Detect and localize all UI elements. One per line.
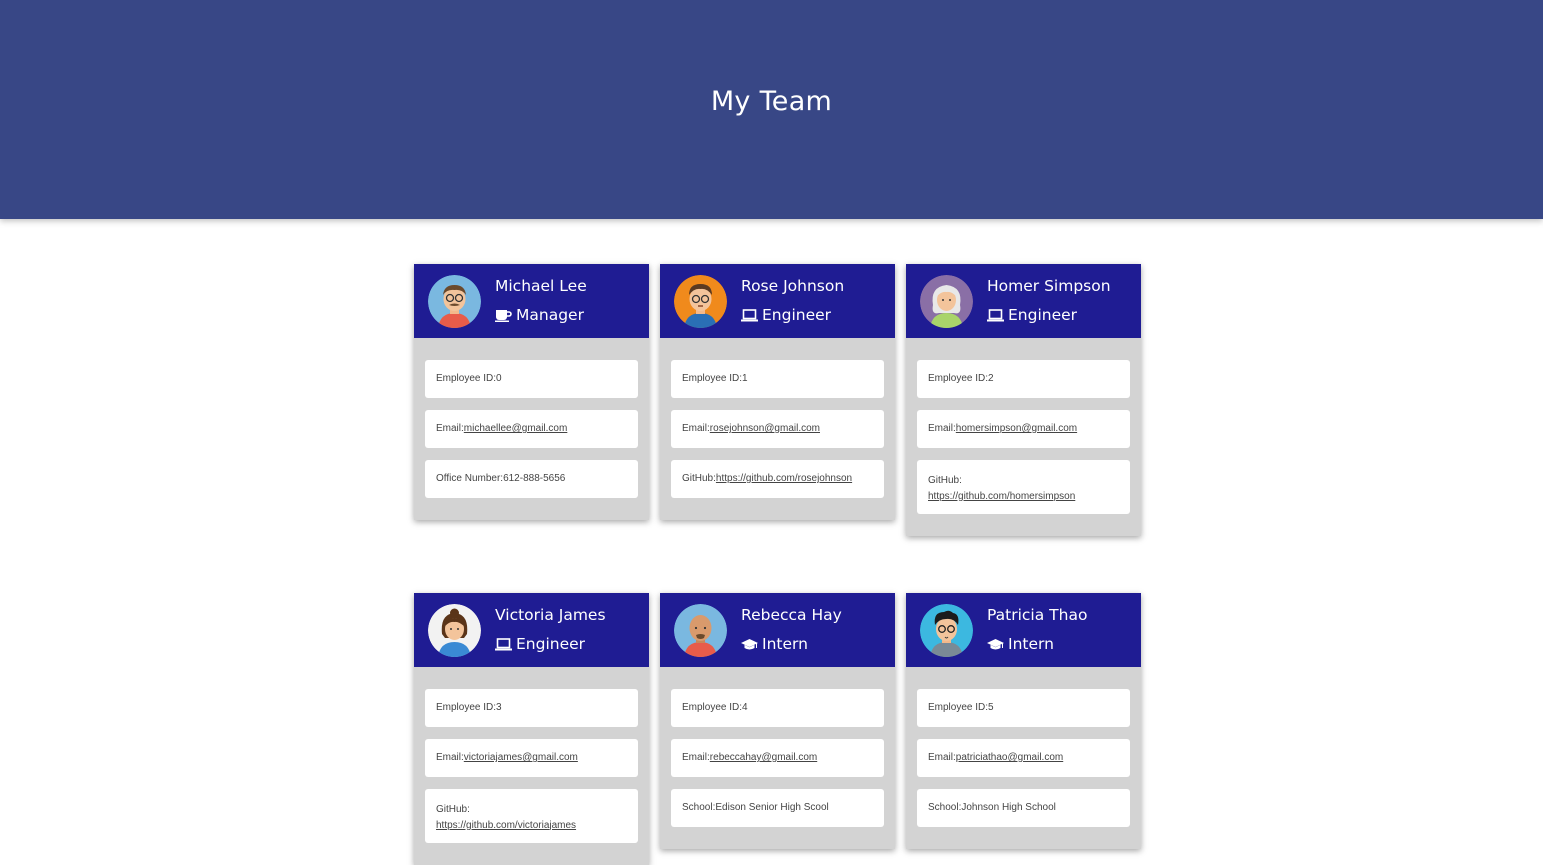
employee-card: Patricia Thao Intern Employee ID: 5 Emai… bbox=[906, 593, 1141, 849]
employee-id-field: Employee ID: 1 bbox=[671, 360, 884, 398]
page-header: My Team bbox=[0, 0, 1543, 219]
employee-id-value: 2 bbox=[988, 373, 994, 384]
employee-id-label: Employee ID: bbox=[682, 373, 743, 384]
github-field: GitHub: https://github.com/victoriajames bbox=[425, 789, 638, 843]
employee-id-label: Employee ID: bbox=[928, 373, 989, 384]
avatar bbox=[428, 275, 481, 328]
email-field: Email: michaellee@gmail.com bbox=[425, 410, 638, 448]
employee-role: Engineer bbox=[741, 306, 831, 324]
employee-id-field: Employee ID: 0 bbox=[425, 360, 638, 398]
employee-role: Intern bbox=[741, 635, 808, 653]
email-label: Email: bbox=[436, 423, 464, 434]
github-label: GitHub: bbox=[928, 474, 962, 486]
school-value: Edison Senior High Scool bbox=[715, 802, 829, 813]
office-number-field: Office Number: 612-888-5656 bbox=[425, 460, 638, 498]
employee-id-field: Employee ID: 3 bbox=[425, 689, 638, 727]
card-header: Patricia Thao Intern bbox=[906, 593, 1141, 667]
email-field: Email: homersimpson@gmail.com bbox=[917, 410, 1130, 448]
page-title: My Team bbox=[710, 86, 833, 117]
employee-role-label: Intern bbox=[1008, 635, 1054, 653]
github-label: GitHub: bbox=[436, 803, 470, 815]
employee-role: Engineer bbox=[495, 635, 585, 653]
employee-id-value: 4 bbox=[742, 702, 748, 713]
employee-id-label: Employee ID: bbox=[682, 702, 743, 713]
email-label: Email: bbox=[436, 752, 464, 763]
email-field: Email: rebeccahay@gmail.com bbox=[671, 739, 884, 777]
avatar bbox=[920, 604, 973, 657]
graduation-cap-icon bbox=[987, 638, 1004, 651]
card-header: Homer Simpson Engineer bbox=[906, 264, 1141, 338]
employee-id-label: Employee ID: bbox=[928, 702, 989, 713]
employee-id-value: 5 bbox=[988, 702, 994, 713]
github-label: GitHub: bbox=[682, 473, 716, 484]
mug-icon bbox=[495, 309, 512, 322]
laptop-icon bbox=[495, 637, 512, 651]
laptop-icon bbox=[987, 308, 1004, 322]
employee-card: Victoria James Engineer Employee ID: 3 E… bbox=[414, 593, 649, 865]
employee-card: Rebecca Hay Intern Employee ID: 4 Email:… bbox=[660, 593, 895, 849]
employee-id-label: Employee ID: bbox=[436, 373, 497, 384]
employee-id-field: Employee ID: 4 bbox=[671, 689, 884, 727]
employee-name: Rose Johnson bbox=[741, 277, 845, 295]
email-field: Email: rosejohnson@gmail.com bbox=[671, 410, 884, 448]
employee-card: Homer Simpson Engineer Employee ID: 2 Em… bbox=[906, 264, 1141, 536]
employee-role-label: Engineer bbox=[1008, 306, 1078, 324]
email-label: Email: bbox=[928, 423, 956, 434]
email-link[interactable]: rebeccahay@gmail.com bbox=[710, 750, 817, 766]
github-field: GitHub: https://github.com/homersimpson bbox=[917, 460, 1130, 514]
office-number-value: 612-888-5656 bbox=[503, 473, 566, 484]
avatar bbox=[428, 604, 481, 657]
employee-role: Manager bbox=[495, 306, 584, 324]
email-link[interactable]: patriciathao@gmail.com bbox=[956, 750, 1063, 766]
email-link[interactable]: homersimpson@gmail.com bbox=[956, 421, 1077, 437]
employee-role-label: Manager bbox=[516, 306, 584, 324]
github-link[interactable]: https://github.com/rosejohnson bbox=[716, 471, 852, 487]
employee-name: Homer Simpson bbox=[987, 277, 1111, 295]
card-header: Victoria James Engineer bbox=[414, 593, 649, 667]
employee-id-label: Employee ID: bbox=[436, 702, 497, 713]
school-field: School: Edison Senior High Scool bbox=[671, 789, 884, 827]
employee-id-value: 0 bbox=[496, 373, 502, 384]
office-number-label: Office Number: bbox=[436, 473, 504, 484]
employee-id-field: Employee ID: 2 bbox=[917, 360, 1130, 398]
github-link[interactable]: https://github.com/homersimpson bbox=[928, 491, 1075, 502]
card-header: Rose Johnson Engineer bbox=[660, 264, 895, 338]
github-field: GitHub: https://github.com/rosejohnson bbox=[671, 460, 884, 498]
laptop-icon bbox=[741, 308, 758, 322]
avatar bbox=[674, 275, 727, 328]
email-field: Email: patriciathao@gmail.com bbox=[917, 739, 1130, 777]
employee-role-label: Engineer bbox=[516, 635, 586, 653]
school-field: School: Johnson High School bbox=[917, 789, 1130, 827]
employee-role: Intern bbox=[987, 635, 1054, 653]
school-value: Johnson High School bbox=[961, 802, 1056, 813]
employee-card: Michael Lee Manager Employee ID: 0 Email… bbox=[414, 264, 649, 520]
school-label: School: bbox=[682, 802, 716, 813]
employee-card: Rose Johnson Engineer Employee ID: 1 Ema… bbox=[660, 264, 895, 520]
employee-id-value: 3 bbox=[496, 702, 502, 713]
employee-name: Michael Lee bbox=[495, 277, 587, 295]
employee-name: Victoria James bbox=[495, 606, 606, 624]
github-link[interactable]: https://github.com/victoriajames bbox=[436, 820, 576, 831]
email-field: Email: victoriajames@gmail.com bbox=[425, 739, 638, 777]
email-link[interactable]: michaellee@gmail.com bbox=[464, 421, 568, 437]
email-label: Email: bbox=[682, 423, 710, 434]
card-header: Rebecca Hay Intern bbox=[660, 593, 895, 667]
employee-role-label: Intern bbox=[762, 635, 808, 653]
email-link[interactable]: victoriajames@gmail.com bbox=[464, 750, 578, 766]
avatar bbox=[674, 604, 727, 657]
employee-role-label: Engineer bbox=[762, 306, 832, 324]
employee-id-field: Employee ID: 5 bbox=[917, 689, 1130, 727]
email-label: Email: bbox=[682, 752, 710, 763]
card-header: Michael Lee Manager bbox=[414, 264, 649, 338]
avatar bbox=[920, 275, 973, 328]
employee-role: Engineer bbox=[987, 306, 1077, 324]
school-label: School: bbox=[928, 802, 962, 813]
employee-id-value: 1 bbox=[742, 373, 748, 384]
email-link[interactable]: rosejohnson@gmail.com bbox=[710, 421, 820, 437]
email-label: Email: bbox=[928, 752, 956, 763]
graduation-cap-icon bbox=[741, 638, 758, 651]
employee-name: Patricia Thao bbox=[987, 606, 1088, 624]
employee-name: Rebecca Hay bbox=[741, 606, 842, 624]
